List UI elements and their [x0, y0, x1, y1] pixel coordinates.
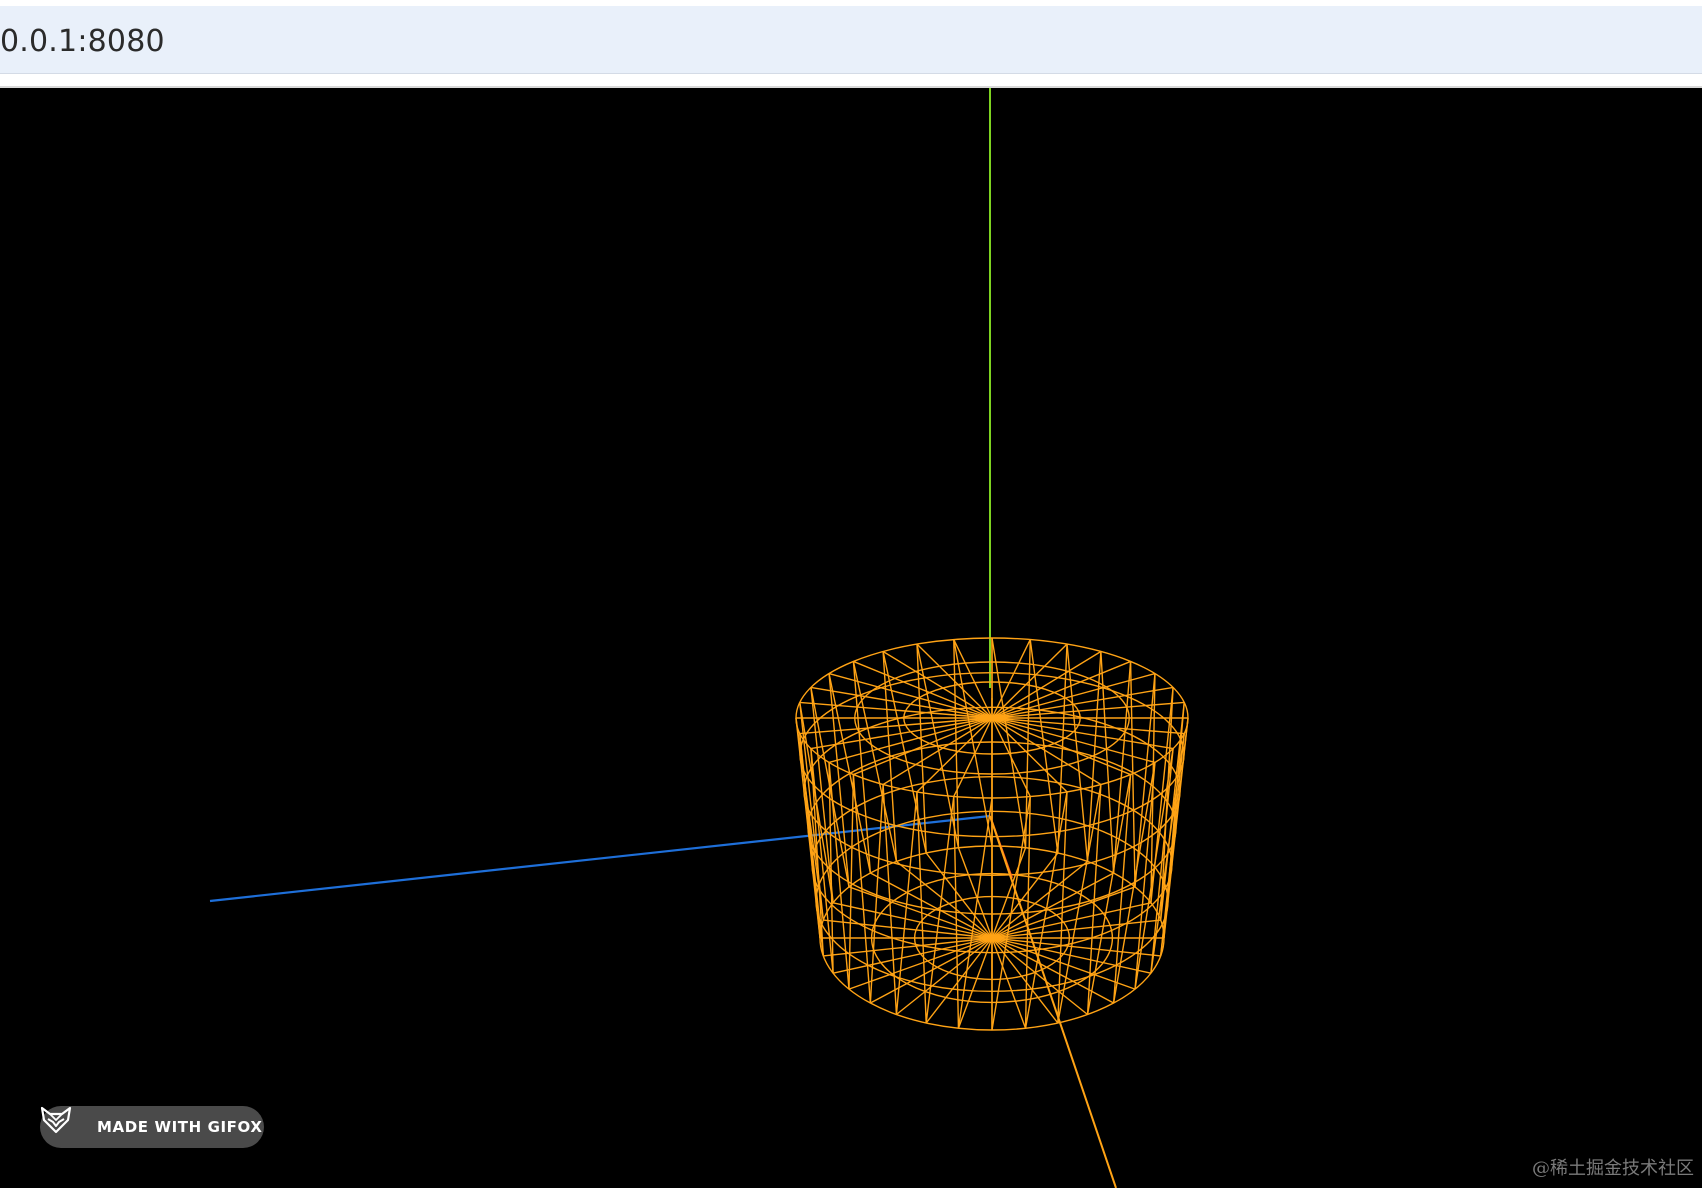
watermark: @稀土掘金技术社区 [1532, 1158, 1694, 1179]
address-url[interactable]: 0.0.1:8080 [0, 24, 165, 59]
gifox-badge[interactable]: MADE WITH GIFOX [40, 1106, 264, 1148]
webgl-canvas[interactable]: MADE WITH GIFOX @稀土掘金技术社区 [0, 88, 1702, 1188]
z-axis-line [209, 814, 991, 903]
address-bar[interactable]: 0.0.1:8080 [0, 6, 1702, 74]
side-segment [1159, 702, 1185, 921]
cylinder-wireframe [795, 637, 1189, 1031]
side-diagonal [1163, 702, 1185, 939]
three-scene [209, 88, 1189, 1188]
side-diagonal [828, 673, 872, 874]
gifox-label: MADE WITH GIFOX [97, 1118, 263, 1136]
fox-icon [40, 1106, 88, 1141]
